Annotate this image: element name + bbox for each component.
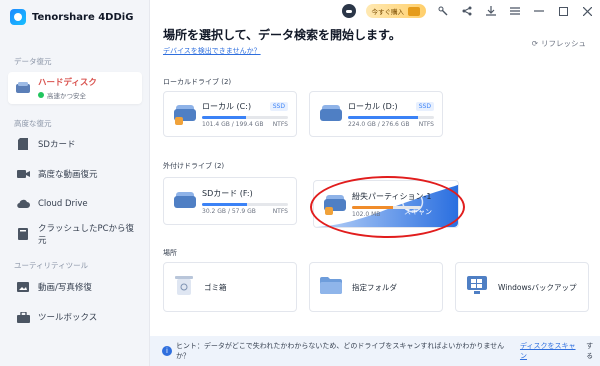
drive-fs: NTFS <box>272 120 288 128</box>
windows-backup-icon <box>466 275 488 299</box>
trash-icon <box>174 274 194 300</box>
refresh-button[interactable]: ⟳ リフレッシュ <box>532 38 586 49</box>
hard-disk-icon <box>16 81 30 95</box>
cloud-icon <box>16 197 30 211</box>
sidebar-item-sd-card[interactable]: SDカード <box>8 129 142 159</box>
tip-bar: i ヒント：データがどこで失われたかわからないため、どのドライブをスキャンすれば… <box>150 336 600 366</box>
usage-bar <box>202 115 288 119</box>
drive-icon <box>174 103 196 125</box>
drive-card-d[interactable]: ローカル (D:) SSD 224.0 GB / 276.6 GB NTFS <box>309 91 443 137</box>
drive-size: 102.0 MB <box>352 210 381 218</box>
locations-label: 場所 <box>163 249 177 257</box>
location-label: Windowsバックアップ <box>498 282 577 292</box>
drive-size: 30.2 GB / 57.9 GB <box>202 207 256 215</box>
location-recycle-bin[interactable]: ゴミ箱 <box>163 262 297 312</box>
location-windows-backup[interactable]: Windowsバックアップ <box>455 262 589 312</box>
sidebar-item-label: SDカード <box>38 140 76 150</box>
detect-device-link[interactable]: デバイスを検出できませんか？ <box>163 46 261 56</box>
app-name: Tenorshare 4DDiG <box>32 11 134 23</box>
drive-size: 101.4 GB / 199.4 GB <box>202 120 264 128</box>
drive-card-c[interactable]: ローカル (C:) SSD 101.4 GB / 199.4 GB NTFS <box>163 91 297 137</box>
ssd-badge: SSD <box>269 101 288 111</box>
toolbox-icon <box>16 310 30 324</box>
video-icon <box>16 167 30 181</box>
tip-tail: する <box>586 342 594 360</box>
logo-icon <box>10 9 26 25</box>
sidebar-item-label: 動画/写真修復 <box>38 283 92 293</box>
drive-name: ローカル (C:) <box>202 101 252 111</box>
external-drives-label: 外付けドライブ (2) <box>163 162 225 170</box>
drive-name: SDカード (F:) <box>202 188 253 198</box>
drive-fs: NTFS <box>418 120 434 128</box>
folder-icon <box>320 276 342 298</box>
photo-repair-icon <box>16 280 30 294</box>
usage-bar <box>352 205 421 209</box>
computer-icon <box>16 227 30 241</box>
lost-partition-icon <box>324 193 346 215</box>
hard-disk-status: 高速かつ安全 <box>38 90 97 100</box>
sidebar-item-label: クラッシュしたPCから復元 <box>37 224 134 246</box>
drive-name: 紛失パーティション-1 <box>352 191 432 201</box>
refresh-icon: ⟳ <box>531 39 538 48</box>
tip-text: ヒント：データがどこで失われたかわからないため、どのドライブをスキャンすればよい… <box>175 342 505 360</box>
sd-card-icon <box>16 137 30 151</box>
sidebar-item-label: ハードディスク <box>38 78 97 88</box>
section-utility-tools: ユーティリティツール <box>14 261 89 270</box>
local-drives-label: ローカルドライブ (2) <box>163 78 232 86</box>
drive-size: 224.0 GB / 276.6 GB <box>348 120 410 128</box>
sidebar-item-toolbox[interactable]: ツールボックス <box>8 302 142 332</box>
section-advanced-recovery: 高度な復元 <box>14 119 52 128</box>
sidebar: Tenorshare 4DDiG データ復元 ハードディスク 高速かつ安全 高度… <box>0 0 150 366</box>
sd-drive-icon <box>174 190 196 212</box>
drive-fs: NTFS <box>272 207 288 215</box>
usage-bar <box>202 202 288 206</box>
sidebar-item-crashed-pc[interactable]: クラッシュしたPCから復元 <box>8 219 142 249</box>
drive-icon <box>320 103 342 125</box>
drive-card-sd[interactable]: SDカード (F:) 30.2 GB / 57.9 GB NTFS <box>163 177 297 225</box>
location-specific-folder[interactable]: 指定フォルダ <box>309 262 443 312</box>
sidebar-item-label: ツールボックス <box>38 313 98 323</box>
sidebar-item-hard-disk[interactable]: ハードディスク 高速かつ安全 <box>8 72 142 104</box>
section-data-recovery: データ復元 <box>14 57 52 66</box>
app-logo: Tenorshare 4DDiG <box>10 9 133 25</box>
sidebar-item-cloud-drive[interactable]: Cloud Drive <box>8 189 142 219</box>
ssd-badge: SSD <box>415 101 434 111</box>
sidebar-item-label: Cloud Drive <box>38 199 88 209</box>
app-window: Tenorshare 4DDiG データ復元 ハードディスク 高速かつ安全 高度… <box>0 0 600 366</box>
sidebar-item-video[interactable]: 高度な動画復元 <box>8 159 142 189</box>
page-title: 場所を選択して、データ検索を開始します。 <box>163 28 401 42</box>
location-label: ゴミ箱 <box>204 282 227 292</box>
main-panel: 場所を選択して、データ検索を開始します。 デバイスを検出できませんか？ ⟳ リフレ… <box>150 0 600 366</box>
info-icon: i <box>162 346 172 356</box>
sidebar-item-label: 高度な動画復元 <box>38 170 98 180</box>
scan-disk-link[interactable]: ディスクをスキャン <box>520 341 582 361</box>
location-label: 指定フォルダ <box>352 282 397 292</box>
sidebar-item-photo-repair[interactable]: 動画/写真修復 <box>8 272 142 302</box>
usage-bar <box>348 115 434 119</box>
drive-name: ローカル (D:) <box>348 101 398 111</box>
status-dot-icon <box>38 92 44 98</box>
